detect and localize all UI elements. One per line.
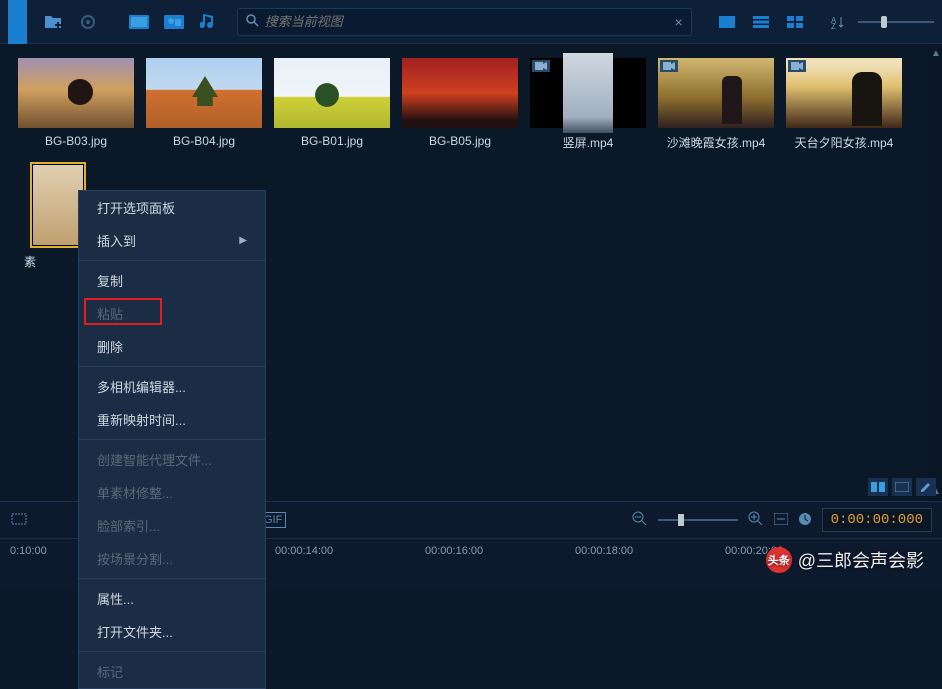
menu-separator	[79, 366, 265, 367]
thumbnail	[530, 58, 646, 128]
media-item[interactable]: 沙滩晚霞女孩.mp4	[658, 58, 774, 151]
view-thumbnail-icon[interactable]	[712, 8, 742, 36]
menu-separator	[79, 439, 265, 440]
media-item[interactable]: 竖屏.mp4	[530, 58, 646, 151]
clear-search-icon[interactable]: ×	[674, 14, 682, 30]
zoom-out-icon[interactable]	[632, 511, 648, 530]
record-icon[interactable]	[10, 512, 28, 529]
filter-audio-icon[interactable]	[194, 8, 222, 36]
filter-video-icon[interactable]	[125, 8, 153, 36]
capture-icon[interactable]	[73, 8, 101, 36]
menu-properties[interactable]: 属性...	[79, 582, 265, 615]
media-filename: 天台夕阳女孩.mp4	[795, 134, 894, 151]
library-toolbar: × AZ	[0, 0, 942, 44]
menu-paste: 粘贴	[79, 297, 265, 330]
media-filename: 素	[24, 253, 36, 270]
media-filename: BG-B05.jpg	[429, 134, 491, 148]
menu-delete[interactable]: 删除	[79, 330, 265, 363]
media-item[interactable]: 天台夕阳女孩.mp4	[786, 58, 902, 151]
media-filename: 竖屏.mp4	[563, 134, 614, 151]
thumbnail	[274, 58, 390, 128]
menu-multicam[interactable]: 多相机编辑器...	[79, 370, 265, 403]
panel-edit-icon[interactable]	[916, 478, 936, 496]
video-badge-icon	[660, 60, 678, 72]
svg-text:Z: Z	[831, 22, 836, 29]
thumbnail	[31, 163, 85, 247]
menu-insert-to[interactable]: 插入到▶	[79, 224, 265, 257]
menu-face-index: 脸部索引...	[79, 509, 265, 542]
thumbnail-size-slider[interactable]	[858, 21, 934, 23]
sort-icon[interactable]: AZ	[824, 8, 852, 36]
menu-separator	[79, 651, 265, 652]
ruler-tick: 0:10:00	[10, 545, 47, 557]
media-filename: BG-B03.jpg	[45, 134, 107, 148]
video-badge-icon	[532, 60, 550, 72]
scroll-up-icon[interactable]: ▲	[931, 48, 941, 59]
scrollbar[interactable]: ▲ ▲	[928, 44, 942, 501]
clock-icon[interactable]	[798, 512, 812, 529]
watermark: 头条 @三郎会声会影	[766, 547, 924, 573]
panel-view-icon[interactable]	[892, 478, 912, 496]
add-folder-icon[interactable]	[39, 8, 67, 36]
fit-icon[interactable]	[774, 512, 788, 528]
menu-separator	[79, 578, 265, 579]
media-filename: BG-B01.jpg	[301, 134, 363, 148]
ruler-tick: 00:00:16:00	[425, 545, 483, 557]
watermark-logo-icon: 头条	[766, 547, 792, 573]
menu-create-proxy: 创建智能代理文件...	[79, 443, 265, 476]
view-list-icon[interactable]	[746, 8, 776, 36]
thumbnail	[18, 58, 134, 128]
ruler-tick: 00:00:18:00	[575, 545, 633, 557]
filter-photo-icon[interactable]	[160, 8, 188, 36]
menu-open-options[interactable]: 打开选项面板	[79, 191, 265, 224]
media-filename: BG-B04.jpg	[173, 134, 235, 148]
submenu-arrow-icon: ▶	[239, 235, 247, 246]
media-item[interactable]: BG-B01.jpg	[274, 58, 390, 148]
thumbnail	[786, 58, 902, 128]
ruler-tick: 00:00:14:00	[275, 545, 333, 557]
panel-library-icon[interactable]	[868, 478, 888, 496]
menu-scene-split: 按场景分割...	[79, 542, 265, 575]
timecode-display[interactable]: 0:00:00:000	[822, 508, 932, 532]
zoom-in-icon[interactable]	[748, 511, 764, 530]
video-badge-icon	[788, 60, 806, 72]
media-item[interactable]: BG-B05.jpg	[402, 58, 518, 148]
watermark-text: @三郎会声会影	[798, 547, 924, 573]
zoom-slider[interactable]	[658, 519, 738, 521]
menu-copy[interactable]: 复制	[79, 264, 265, 297]
menu-single-trim: 单素材修整...	[79, 476, 265, 509]
thumbnail	[402, 58, 518, 128]
menu-separator	[79, 260, 265, 261]
menu-open-folder[interactable]: 打开文件夹...	[79, 615, 265, 648]
thumbnail	[658, 58, 774, 128]
thumbnail	[146, 58, 262, 128]
view-grid-icon[interactable]	[780, 8, 810, 36]
active-tab-handle[interactable]	[8, 0, 27, 44]
search-input[interactable]	[265, 14, 675, 29]
search-icon	[246, 14, 259, 30]
menu-marker: 标记	[79, 655, 265, 688]
search-box: ×	[237, 8, 692, 36]
context-menu: 打开选项面板 插入到▶ 复制 粘贴 删除 多相机编辑器... 重新映射时间...…	[78, 190, 266, 689]
media-item[interactable]: BG-B04.jpg	[146, 58, 262, 148]
media-filename: 沙滩晚霞女孩.mp4	[667, 134, 766, 151]
menu-remap-time[interactable]: 重新映射时间...	[79, 403, 265, 436]
media-item[interactable]: BG-B03.jpg	[18, 58, 134, 148]
